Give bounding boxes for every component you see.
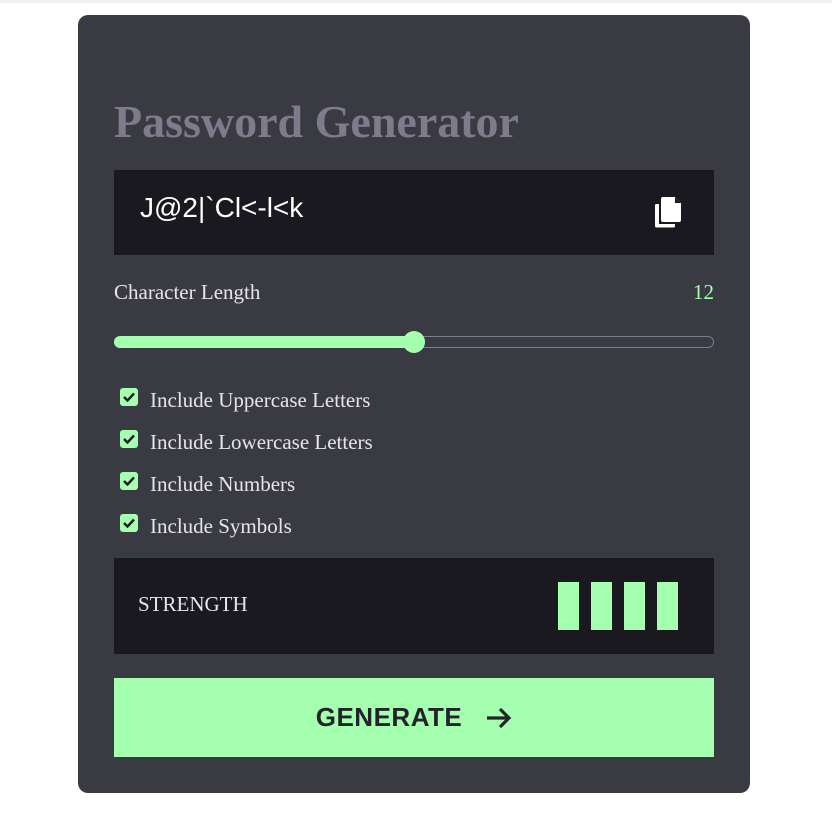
checkbox-uppercase[interactable] [120,388,138,406]
strength-bar [624,582,645,630]
strength-bar [657,582,678,630]
option-numbers[interactable]: Include Numbers [120,464,373,506]
checkbox-lowercase[interactable] [120,430,138,448]
length-value: 12 [693,280,714,304]
password-output: J@2|`Cl<-l<k [114,170,714,255]
strength-label: STRENGTH [138,592,248,616]
strength-panel: STRENGTH [114,558,714,654]
length-label: Character Length [114,280,261,304]
option-label: Include Lowercase Letters [150,429,373,454]
checkbox-symbols[interactable] [120,514,138,532]
option-lowercase[interactable]: Include Lowercase Letters [120,422,373,464]
arrow-right-icon [487,707,512,728]
length-slider[interactable] [114,331,714,353]
strength-bar [591,582,612,630]
option-label: Include Symbols [150,513,292,538]
generate-button[interactable]: GENERATE [114,678,714,757]
slider-fill [114,336,414,348]
generator-card: Password Generator J@2|`Cl<-l<k Characte… [78,15,750,793]
options-list: Include Uppercase Letters Include Lowerc… [120,380,373,548]
strength-bar [558,582,579,630]
checkbox-numbers[interactable] [120,472,138,490]
checkmark-icon [123,392,135,402]
option-label: Include Uppercase Letters [150,387,371,412]
checkmark-icon [123,476,135,486]
password-text: J@2|`Cl<-l<k [140,192,304,223]
top-divider [0,0,832,3]
checkmark-icon [123,434,135,444]
slider-thumb[interactable] [403,331,425,353]
page-title: Password Generator [114,96,519,147]
strength-meter [558,582,678,630]
generate-label: GENERATE [315,702,463,732]
option-symbols[interactable]: Include Symbols [120,506,373,548]
copy-icon[interactable] [654,196,682,228]
checkmark-icon [123,518,135,528]
option-label: Include Numbers [150,471,296,496]
option-uppercase[interactable]: Include Uppercase Letters [120,380,373,422]
